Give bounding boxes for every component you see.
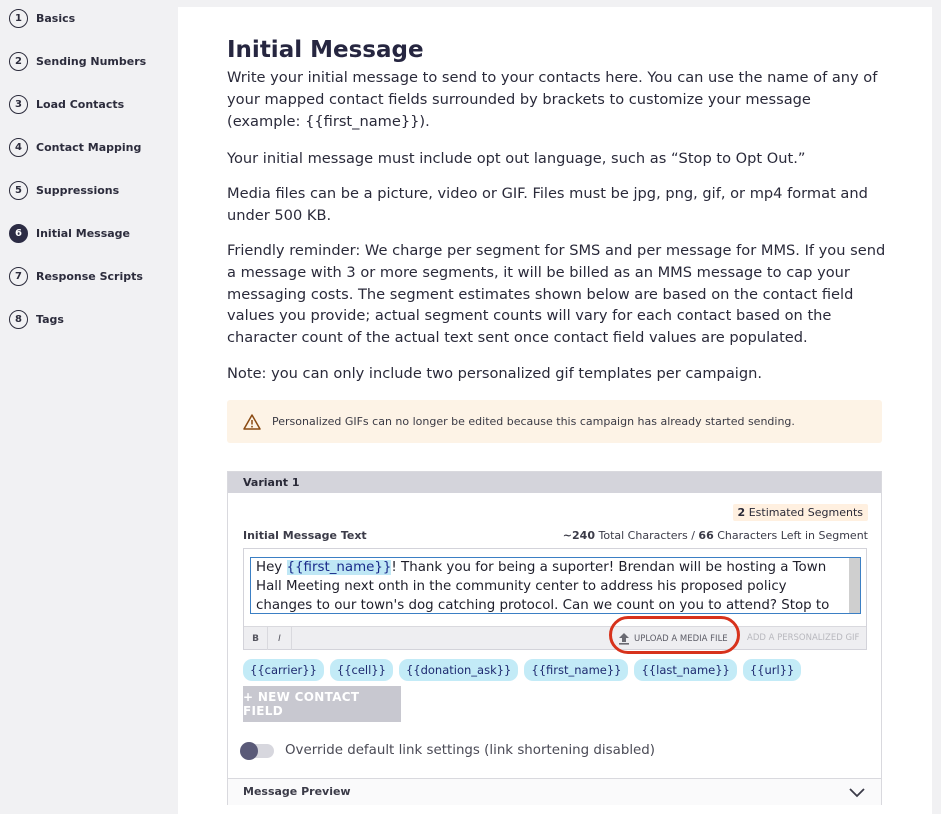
warning-text: Personalized GIFs can no longer be edite…: [272, 415, 795, 428]
step-label: Basics: [36, 11, 76, 25]
media-paragraph: Media files can be a picture, video or G…: [227, 185, 868, 224]
message-textarea[interactable]: Hey {{first_name}}! Thank you for being …: [250, 557, 861, 614]
step-number: 3: [9, 94, 28, 114]
new-contact-field-label: + NEW CONTACT FIELD: [243, 690, 360, 718]
total-chars: ~240: [562, 529, 595, 542]
segments-label: Estimated Segments: [748, 506, 863, 519]
step-number: 8: [9, 309, 28, 329]
step-label: Response Scripts: [36, 269, 143, 283]
total-chars-label: Total Characters /: [598, 529, 699, 542]
step-tags[interactable]: 8 Tags: [9, 309, 64, 329]
reminder-paragraph: Friendly reminder: We charge per segment…: [227, 242, 886, 347]
step-sending-numbers[interactable]: 2 Sending Numbers: [9, 51, 146, 71]
chip-cell[interactable]: {{cell}}: [329, 659, 393, 681]
message-preview-label: Message Preview: [243, 785, 351, 798]
step-label: Tags: [36, 312, 64, 326]
opt-out-paragraph: Your initial message must include opt ou…: [227, 150, 806, 167]
gif-note-paragraph: Note: you can only include two personali…: [227, 365, 762, 382]
chars-left: 66: [698, 529, 714, 542]
warning-icon: [243, 413, 261, 430]
step-response-scripts[interactable]: 7 Response Scripts: [9, 266, 143, 286]
upload-media-button[interactable]: UPLOAD A MEDIA FILE: [618, 627, 728, 650]
step-number: 4: [9, 137, 28, 157]
new-contact-field-button[interactable]: + NEW CONTACT FIELD: [243, 686, 401, 722]
step-label: Load Contacts: [36, 97, 125, 111]
upload-media-label: UPLOAD A MEDIA FILE: [634, 633, 728, 644]
contact-field-chips: {{carrier}} {{cell}} {{donation_ask}} {{…: [243, 659, 802, 681]
step-label: Sending Numbers: [36, 54, 147, 68]
step-number: 6: [9, 223, 28, 243]
variant-panel: Variant 1 2 Estimated Segments Initial M…: [227, 471, 882, 805]
step-contact-mapping[interactable]: 4 Contact Mapping: [9, 137, 141, 157]
link-override-label: Override default link settings (link sho…: [285, 743, 656, 758]
italic-button[interactable]: I: [268, 627, 292, 650]
editor-toolbar: B I UPLOAD A MEDIA FILE ADD A PERSONALIZ…: [244, 626, 866, 650]
step-number: 5: [9, 180, 28, 200]
add-personalized-gif-button[interactable]: ADD A PERSONALIZED GIF: [747, 627, 859, 650]
step-number: 1: [9, 8, 28, 28]
bold-button[interactable]: B: [244, 627, 268, 650]
page-title: Initial Message: [227, 37, 424, 63]
chars-left-label: Characters Left in Segment: [717, 529, 868, 542]
chip-first-name[interactable]: {{first_name}}: [524, 659, 629, 681]
link-override-toggle[interactable]: [240, 742, 274, 760]
intro-paragraph: Write your initial message to send to yo…: [227, 69, 878, 130]
message-preview-toggle[interactable]: Message Preview: [228, 778, 881, 805]
step-label: Contact Mapping: [36, 140, 142, 154]
chip-last-name[interactable]: {{last_name}}: [634, 659, 737, 681]
character-count: ~240 Total Characters / 66 Characters Le…: [563, 529, 868, 542]
step-basics[interactable]: 1 Basics: [9, 8, 75, 28]
textarea-scrollbar[interactable]: [849, 558, 860, 613]
segments-badge: 2 Estimated Segments: [732, 504, 868, 521]
step-label: Initial Message: [36, 226, 131, 240]
step-label: Suppressions: [36, 183, 120, 197]
variant-header: Variant 1: [228, 472, 881, 493]
segments-count: 2: [737, 506, 746, 519]
step-suppressions[interactable]: 5 Suppressions: [9, 180, 119, 200]
message-editor: Hey {{first_name}}! Thank you for being …: [243, 548, 867, 650]
toggle-knob: [240, 742, 258, 760]
message-token: {{first_name}}: [286, 560, 392, 575]
step-number: 2: [9, 51, 28, 71]
chip-donation-ask[interactable]: {{donation_ask}}: [398, 659, 519, 681]
chevron-down-icon: [849, 788, 865, 798]
step-number: 7: [9, 266, 28, 286]
step-initial-message[interactable]: 6 Initial Message: [9, 223, 130, 243]
message-text-pre: Hey: [256, 560, 287, 575]
chip-carrier[interactable]: {{carrier}}: [243, 659, 324, 681]
upload-icon: [619, 633, 629, 645]
step-load-contacts[interactable]: 3 Load Contacts: [9, 94, 124, 114]
warning-banner: Personalized GIFs can no longer be edite…: [227, 400, 882, 443]
chip-url[interactable]: {{url}}: [742, 659, 802, 681]
message-text-label: Initial Message Text: [243, 529, 367, 542]
